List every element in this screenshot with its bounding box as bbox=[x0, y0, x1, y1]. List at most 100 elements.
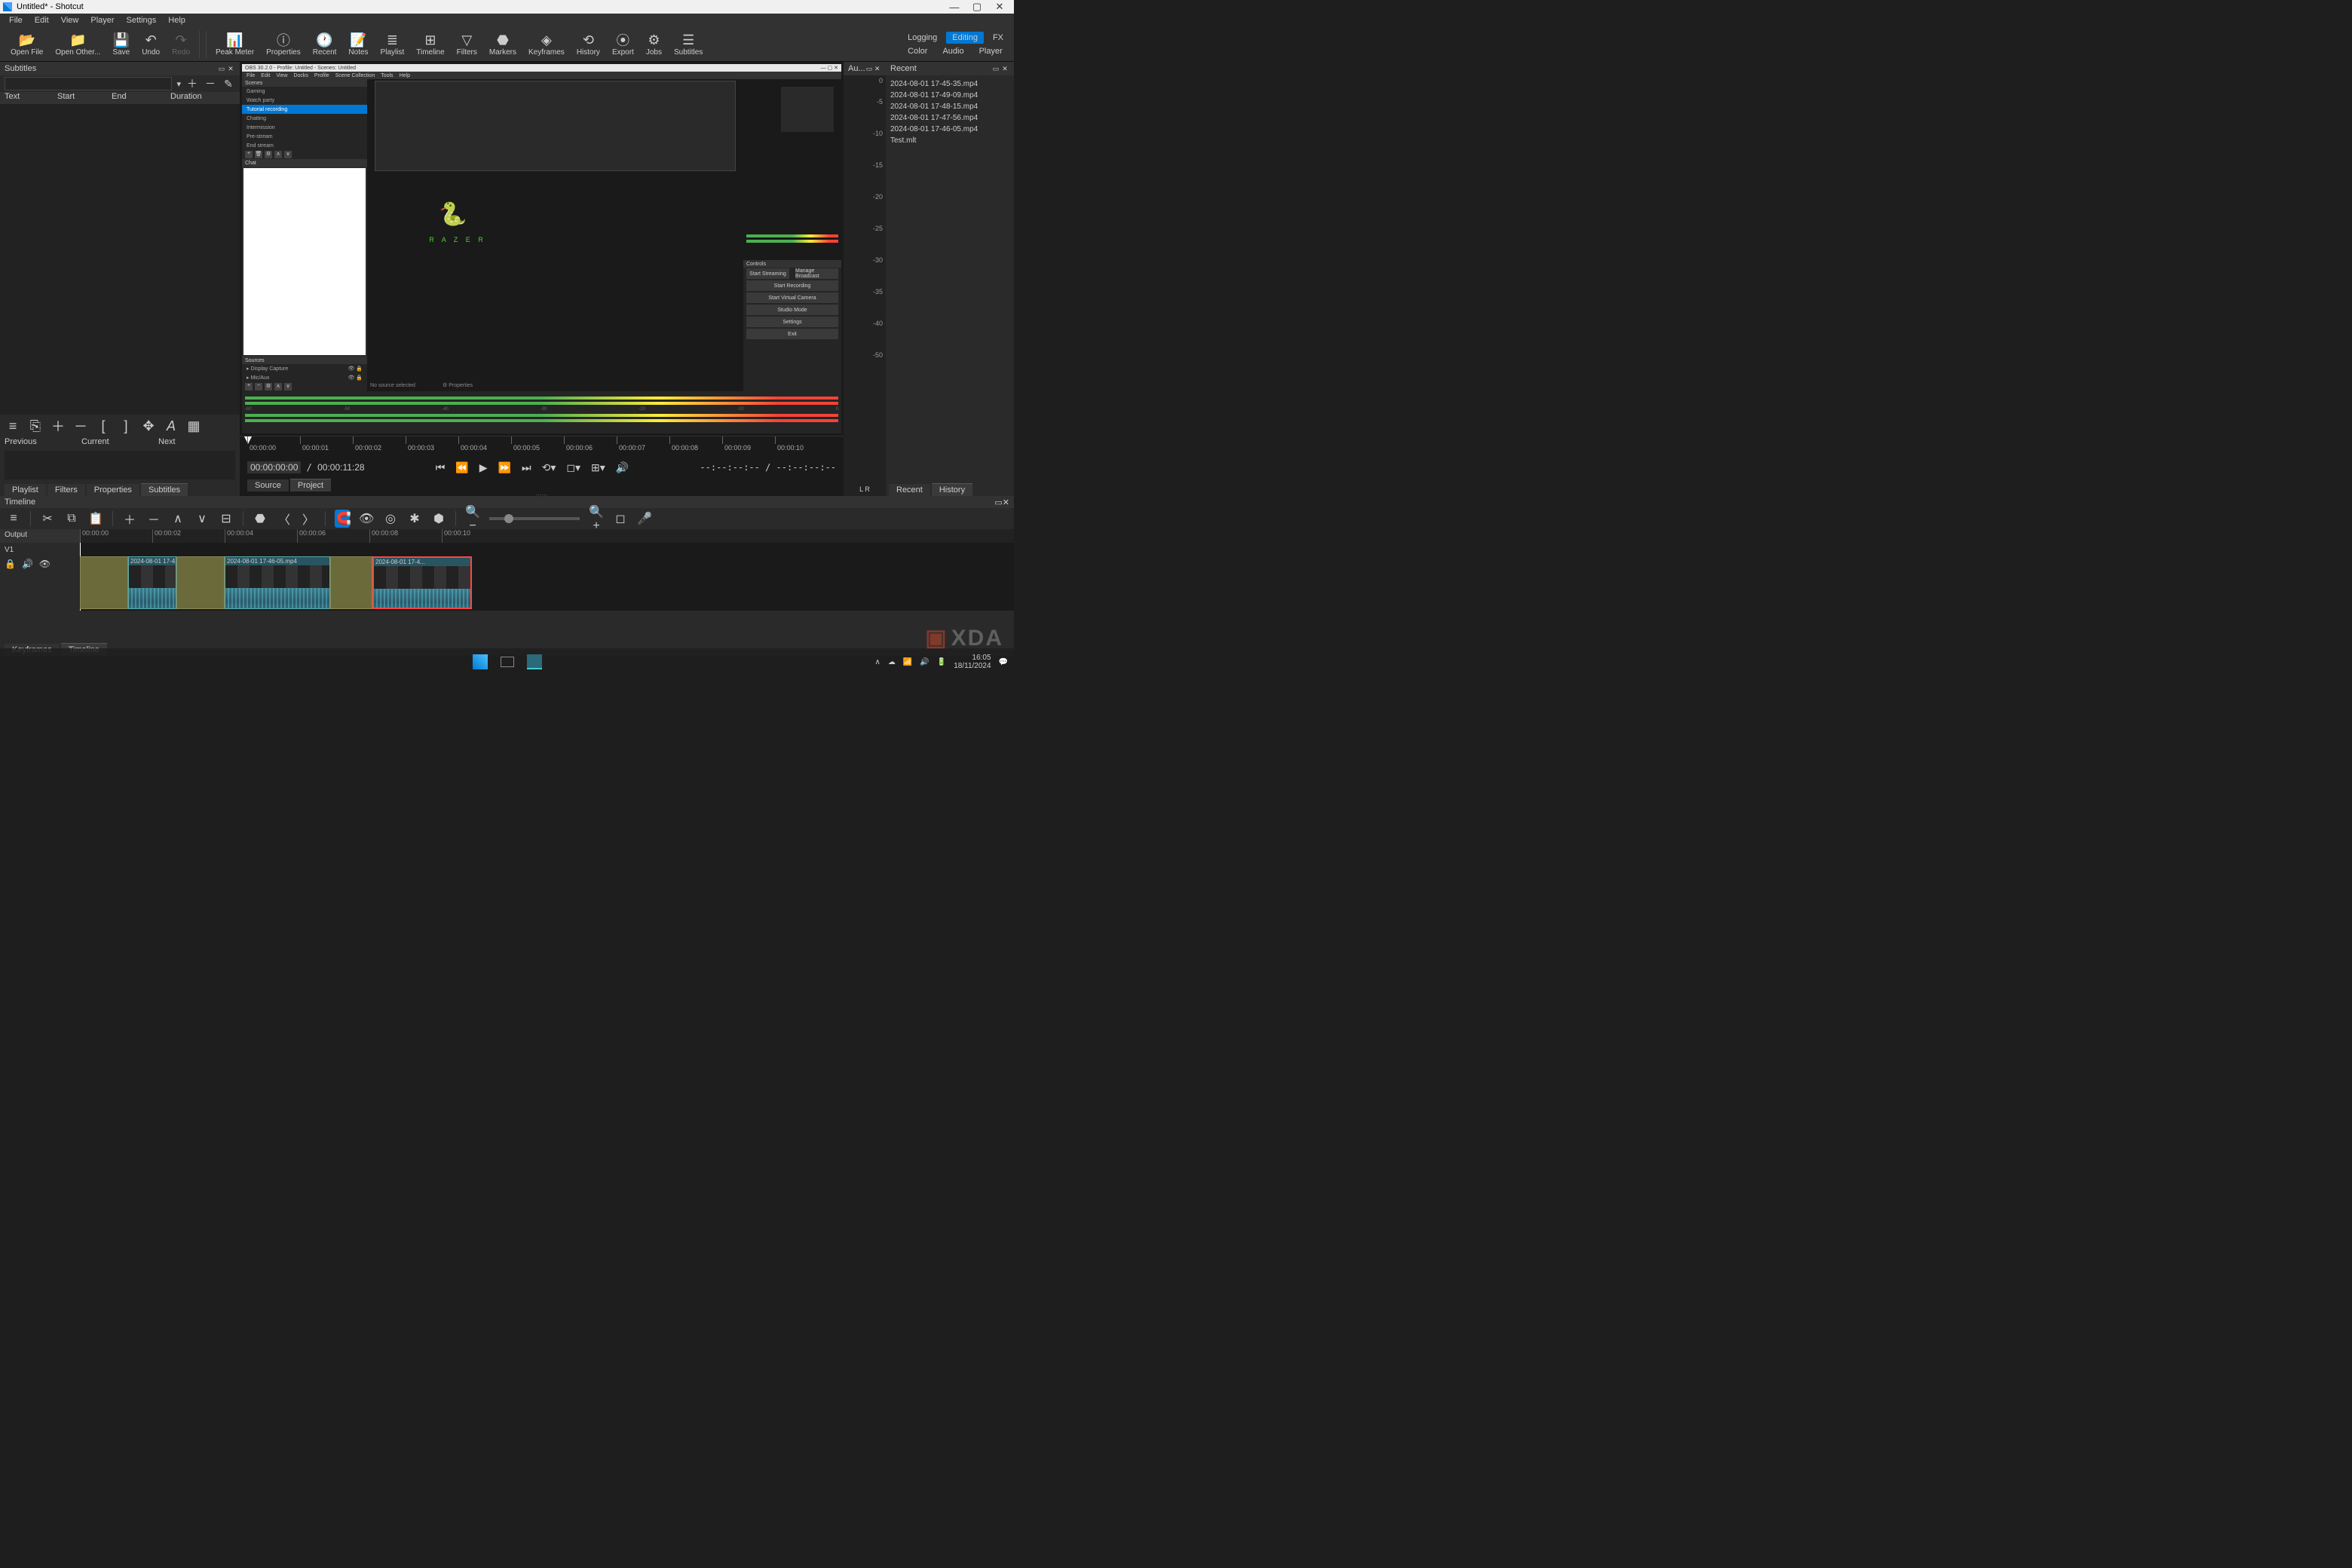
recent-item[interactable]: 2024-08-01 17-45-35.mp4 bbox=[886, 78, 1014, 90]
menu-settings[interactable]: Settings bbox=[121, 16, 163, 25]
tl-cut-icon[interactable]: ✂ bbox=[40, 511, 55, 526]
taskbar-date[interactable]: 18/11/2024 bbox=[954, 662, 991, 670]
layout-tab-fx[interactable]: FX bbox=[987, 32, 1009, 44]
track-lock-icon[interactable]: 🔒 bbox=[5, 559, 16, 569]
tl-next-marker-icon[interactable]: 〉 bbox=[301, 510, 316, 528]
panel-tab-filters[interactable]: Filters bbox=[47, 484, 85, 496]
recent-item[interactable]: 2024-08-01 17-47-56.mp4 bbox=[886, 112, 1014, 124]
taskbar-time[interactable]: 16:05 bbox=[954, 654, 991, 662]
recent-item[interactable]: 2024-08-01 17-48-15.mp4 bbox=[886, 101, 1014, 112]
tl-ripple-markers-icon[interactable]: ⬢ bbox=[431, 511, 446, 526]
tl-marker-icon[interactable]: ⬣ bbox=[253, 511, 268, 526]
tl-prev-marker-icon[interactable]: 〈 bbox=[277, 510, 292, 528]
toolbar-export-button[interactable]: ⦿Export bbox=[606, 30, 640, 58]
tl-scrub-icon[interactable]: 👁 bbox=[359, 511, 374, 526]
sub-import-icon[interactable]: ⎘ bbox=[27, 418, 44, 434]
layout-tab-color[interactable]: Color bbox=[902, 45, 933, 57]
menu-player[interactable]: Player bbox=[84, 16, 120, 25]
track-mute-icon[interactable]: 🔊 bbox=[22, 559, 33, 569]
timeline-gap[interactable] bbox=[176, 556, 225, 609]
tray-battery-icon[interactable]: 🔋 bbox=[937, 658, 946, 666]
tl-append-icon[interactable]: ＋ bbox=[122, 510, 137, 528]
grid-button[interactable]: ⊞▾ bbox=[591, 461, 605, 474]
toolbar-history-button[interactable]: ⟲History bbox=[571, 30, 606, 58]
audio-close-button[interactable]: ✕ bbox=[873, 65, 881, 73]
sub-remove-icon[interactable]: － bbox=[72, 416, 89, 436]
toolbar-timeline-button[interactable]: ⊞Timeline bbox=[410, 30, 450, 58]
tl-remove-icon[interactable]: － bbox=[146, 510, 161, 528]
timeline-gap[interactable] bbox=[330, 556, 372, 609]
toolbar-undo-button[interactable]: ↶Undo bbox=[136, 30, 166, 58]
toolbar-openother-button[interactable]: 📁Open Other... bbox=[49, 30, 106, 58]
toolbar-save-button[interactable]: 💾Save bbox=[106, 30, 136, 58]
layout-tab-audio[interactable]: Audio bbox=[936, 45, 969, 57]
panel-tab-properties[interactable]: Properties bbox=[87, 484, 139, 496]
toolbar-subtitles-button[interactable]: ☰Subtitles bbox=[668, 30, 709, 58]
panel-float-button[interactable]: ▭ bbox=[217, 65, 226, 73]
skip-prev-button[interactable]: ⏮ bbox=[436, 461, 446, 474]
tl-lift-icon[interactable]: ∧ bbox=[170, 511, 185, 526]
preview-ruler[interactable]: 00:00:0000:00:0100:00:0200:00:0300:00:04… bbox=[240, 436, 844, 458]
tl-overwrite-icon[interactable]: ∨ bbox=[194, 511, 210, 526]
start-button[interactable] bbox=[470, 651, 491, 672]
timecode-current[interactable]: 00:00:00:00 / 00:00:11:28 bbox=[247, 462, 365, 473]
rewind-button[interactable]: ⏪ bbox=[455, 461, 468, 474]
tl-split-icon[interactable]: ⊟ bbox=[219, 511, 234, 526]
tl-paste-icon[interactable]: 📋 bbox=[88, 511, 103, 526]
tray-onedrive-icon[interactable]: ☁ bbox=[888, 658, 896, 666]
sub-style-icon[interactable]: A bbox=[163, 418, 179, 434]
timeline-close-button[interactable]: ✕ bbox=[1003, 498, 1009, 507]
skip-next-button[interactable]: ⏭ bbox=[522, 461, 531, 474]
track-hide-icon[interactable]: 👁 bbox=[39, 559, 51, 569]
timeline-track-v1[interactable]: V1 🔒 🔊 👁 bbox=[0, 543, 80, 597]
forward-button[interactable]: ⏩ bbox=[498, 461, 511, 474]
tl-zoom-fit-icon[interactable]: ◻ bbox=[613, 511, 628, 526]
toolbar-redo-button[interactable]: ↷Redo bbox=[166, 30, 196, 58]
sub-add-icon[interactable]: ＋ bbox=[50, 416, 66, 436]
tl-menu-icon[interactable]: ≡ bbox=[6, 512, 21, 525]
play-button[interactable]: ▶ bbox=[479, 461, 488, 474]
menu-edit[interactable]: Edit bbox=[29, 16, 55, 25]
zoom-button[interactable]: ◻▾ bbox=[566, 461, 580, 474]
timeline-float-button[interactable]: ▭ bbox=[994, 498, 1002, 507]
recent-item[interactable]: 2024-08-01 17-46-05.mp4 bbox=[886, 124, 1014, 135]
minimize-button[interactable]: — bbox=[943, 2, 966, 13]
shotcut-taskbar-icon[interactable] bbox=[524, 651, 545, 672]
timeline-clip[interactable]: 2024-08-01 17-46-05.mp4 bbox=[225, 556, 330, 609]
recent-item[interactable]: Test.mlt bbox=[886, 135, 1014, 146]
subtitle-track-select[interactable] bbox=[5, 77, 172, 90]
tray-volume-icon[interactable]: 🔊 bbox=[920, 658, 929, 666]
menu-view[interactable]: View bbox=[55, 16, 85, 25]
sub-out-icon[interactable]: ] bbox=[118, 418, 134, 434]
layout-tab-logging[interactable]: Logging bbox=[902, 32, 943, 44]
toolbar-markers-button[interactable]: ⬣Markers bbox=[483, 30, 522, 58]
toolbar-properties-button[interactable]: ⓘProperties bbox=[260, 30, 307, 58]
tray-notification-icon[interactable]: 💬 bbox=[999, 658, 1008, 666]
player-tab-source[interactable]: Source bbox=[247, 479, 289, 492]
toolbar-keyframes-button[interactable]: ◈Keyframes bbox=[522, 30, 571, 58]
layout-tab-editing[interactable]: Editing bbox=[946, 32, 984, 44]
player-tab-project[interactable]: Project bbox=[290, 479, 331, 492]
tray-wifi-icon[interactable]: 📶 bbox=[903, 658, 912, 666]
volume-button[interactable]: 🔊 bbox=[616, 461, 629, 474]
recent-tab-recent[interactable]: Recent bbox=[889, 484, 930, 496]
menu-help[interactable]: Help bbox=[162, 16, 191, 25]
edit-subtitle-button[interactable]: ✎ bbox=[222, 77, 235, 90]
panel-close-button[interactable]: ✕ bbox=[226, 65, 235, 73]
sub-menu-icon[interactable]: ≡ bbox=[5, 418, 21, 434]
recent-tab-history[interactable]: History bbox=[932, 483, 972, 496]
toolbar-recent-button[interactable]: 🕐Recent bbox=[307, 30, 343, 58]
toolbar-peakmeter-button[interactable]: 📊Peak Meter bbox=[210, 30, 260, 58]
sub-in-icon[interactable]: [ bbox=[95, 418, 112, 434]
timeline-gap[interactable] bbox=[80, 556, 128, 609]
menu-file[interactable]: File bbox=[3, 16, 29, 25]
dropdown-icon[interactable]: ▾ bbox=[176, 79, 181, 89]
video-preview[interactable]: OBS 30.2.0 - Profile: Untitled - Scenes:… bbox=[242, 64, 841, 433]
tl-ripple-all-icon[interactable]: ✱ bbox=[407, 511, 422, 526]
tray-chevron-icon[interactable]: ∧ bbox=[875, 658, 880, 666]
tl-ripple-icon[interactable]: ◎ bbox=[383, 511, 398, 526]
toolbar-openfile-button[interactable]: 📂Open File bbox=[5, 30, 49, 58]
remove-subtitle-button[interactable]: － bbox=[204, 77, 217, 90]
layout-tab-player[interactable]: Player bbox=[973, 45, 1009, 57]
recent-float-button[interactable]: ▭ bbox=[991, 65, 1000, 73]
